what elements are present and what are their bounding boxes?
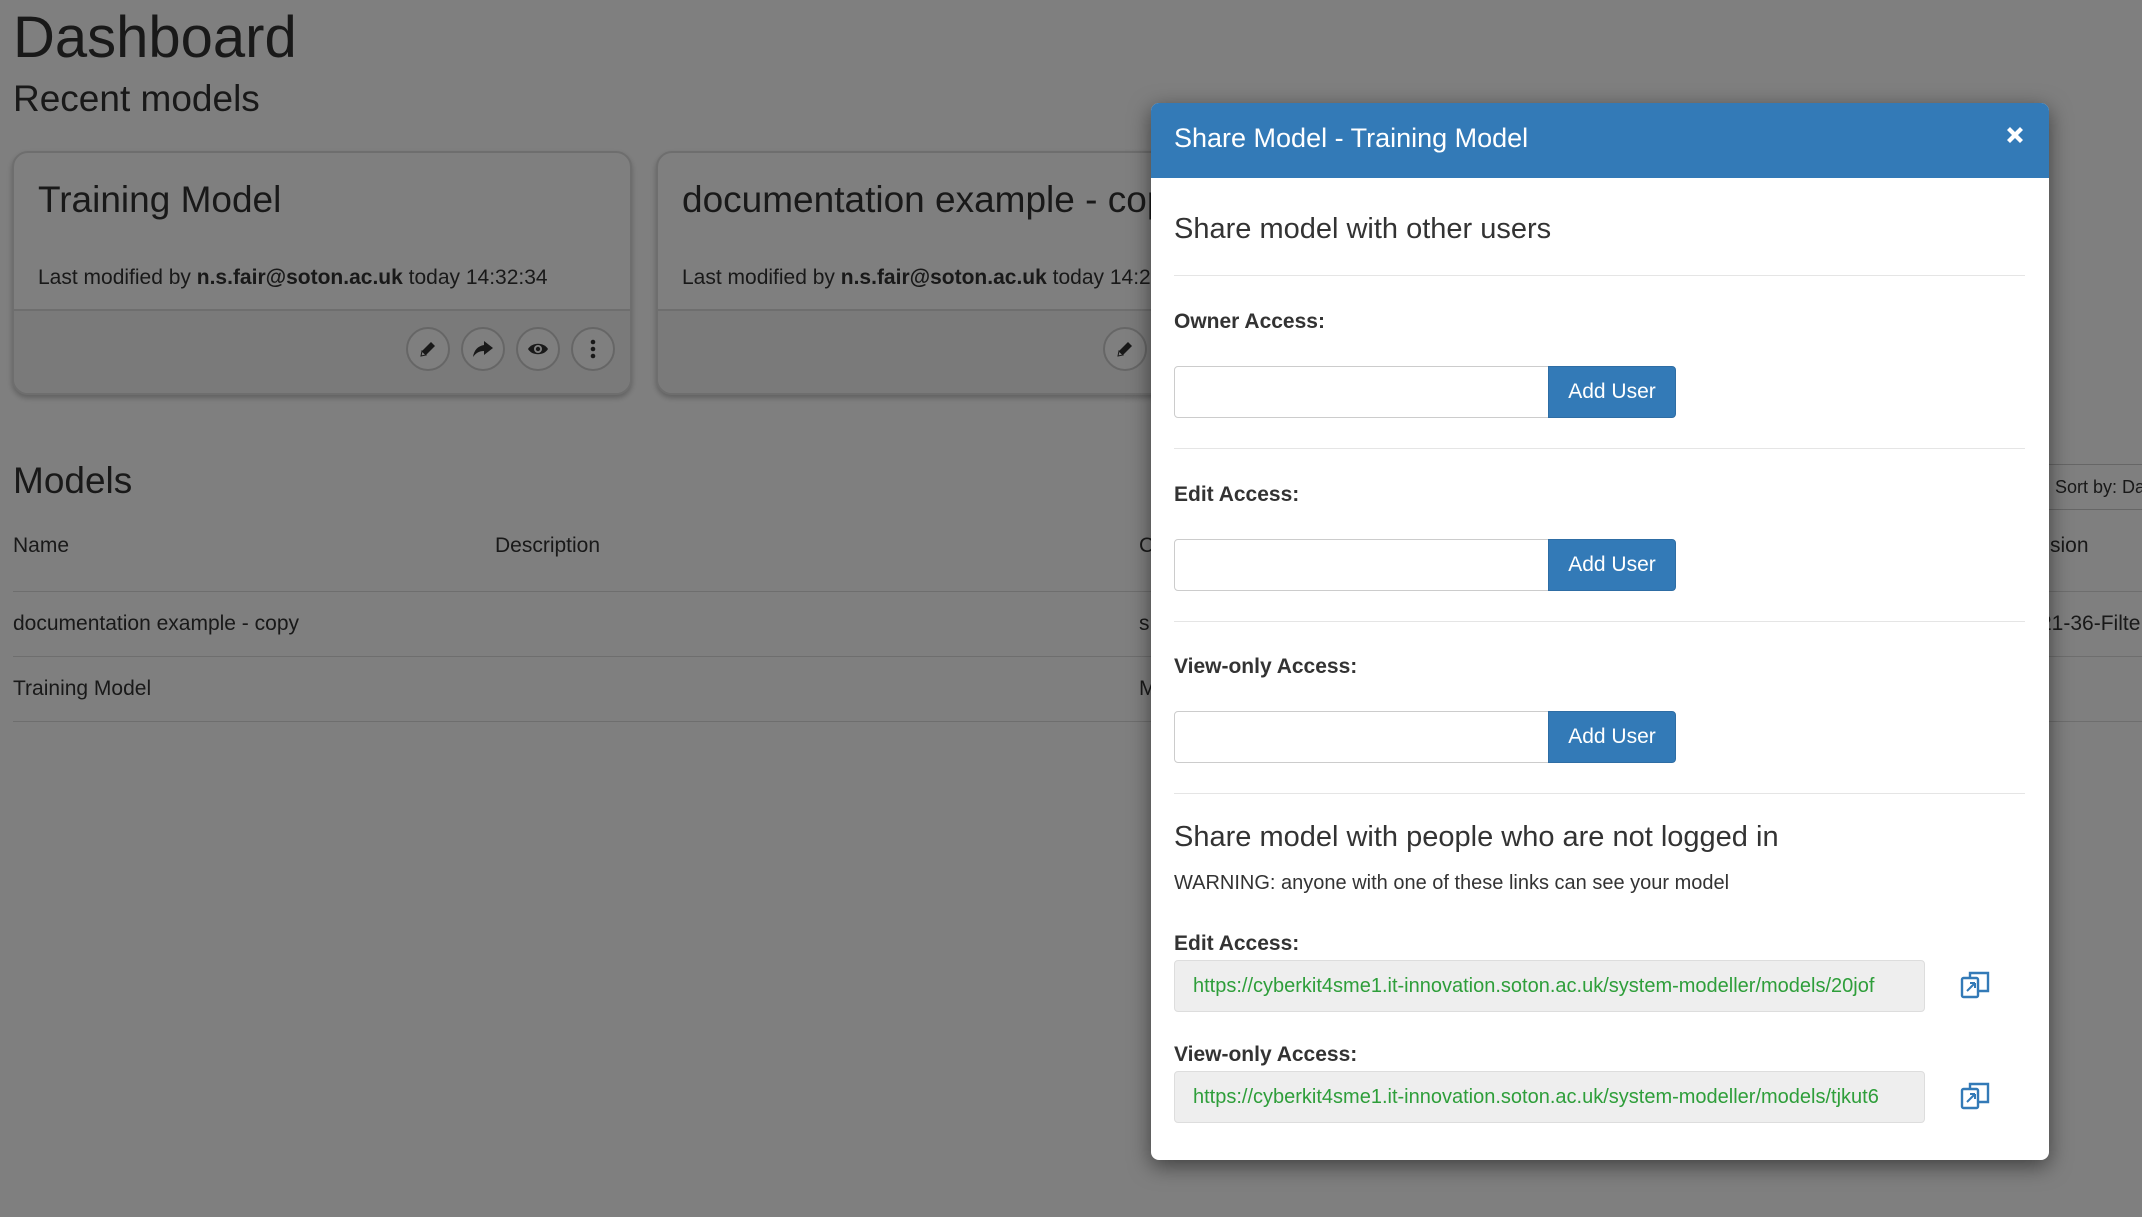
edit-link-field[interactable]: https://cyberkit4sme1.it-innovation.soto… <box>1174 960 1925 1012</box>
view-access-input[interactable] <box>1174 711 1549 763</box>
divider <box>1174 621 2025 622</box>
add-edit-user-button[interactable]: Add User <box>1548 539 1676 591</box>
share-public-heading: Share model with people who are not logg… <box>1174 821 1779 853</box>
divider <box>1174 448 2025 449</box>
divider <box>1174 275 2025 276</box>
owner-access-label: Owner Access: <box>1174 310 1325 333</box>
add-owner-user-button[interactable]: Add User <box>1548 366 1676 418</box>
close-icon[interactable] <box>2003 123 2027 147</box>
edit-access-input[interactable] <box>1174 539 1549 591</box>
share-users-heading: Share model with other users <box>1174 213 1552 245</box>
view-access-label: View-only Access: <box>1174 655 1358 678</box>
warning-text: WARNING: anyone with one of these links … <box>1174 872 1730 894</box>
share-model-dialog: Share Model - Training Model Share model… <box>1151 103 2049 1160</box>
divider <box>1174 793 2025 794</box>
modal-title: Share Model - Training Model <box>1174 123 1529 153</box>
edit-link-label: Edit Access: <box>1174 932 1300 955</box>
owner-access-input[interactable] <box>1174 366 1549 418</box>
copy-icon[interactable] <box>1959 1080 1991 1112</box>
copy-icon[interactable] <box>1959 969 1991 1001</box>
view-link-field[interactable]: https://cyberkit4sme1.it-innovation.soto… <box>1174 1071 1925 1123</box>
view-link-label: View-only Access: <box>1174 1043 1358 1066</box>
modal-header: Share Model - Training Model <box>1151 103 2049 178</box>
edit-access-label: Edit Access: <box>1174 483 1300 506</box>
add-view-user-button[interactable]: Add User <box>1548 711 1676 763</box>
